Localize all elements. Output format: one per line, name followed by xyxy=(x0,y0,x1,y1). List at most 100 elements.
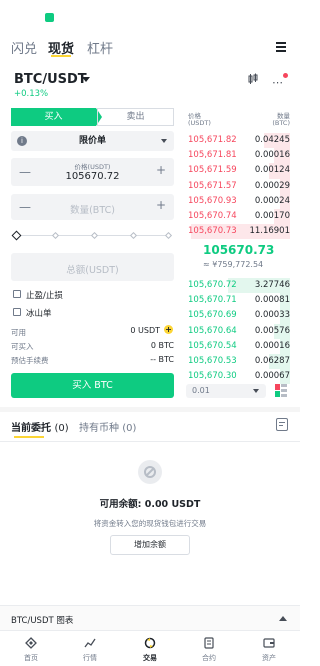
futures-icon xyxy=(203,637,215,649)
order-history-icon[interactable] xyxy=(276,418,288,431)
amount-input[interactable]: — 数量(BTC) + xyxy=(11,194,174,220)
slider-step-100[interactable] xyxy=(164,231,173,240)
tab-holdings[interactable]: 持有币种 (0) xyxy=(79,419,136,434)
ask-row[interactable]: 105,671.82 0.04245 xyxy=(186,133,290,149)
slider-handle[interactable] xyxy=(11,230,22,241)
tab-convert[interactable]: 闪兑 xyxy=(11,38,37,57)
precision-select[interactable]: 0.01 xyxy=(186,384,266,398)
last-price[interactable]: 105670.73 xyxy=(203,243,274,257)
ask-price: 105,670.74 xyxy=(188,211,237,221)
bid-price: 105,670.53 xyxy=(188,356,237,366)
info-icon[interactable]: i xyxy=(17,136,27,146)
bid-qty: 0.00067 xyxy=(254,371,290,382)
sell-tab[interactable]: 卖出 xyxy=(97,108,174,126)
ask-qty: 0.00124 xyxy=(254,165,290,176)
section-divider xyxy=(0,407,300,412)
available-balance: 可用余额: 0.00 USDT xyxy=(99,499,201,510)
total-placeholder: 总额(USDT) xyxy=(66,265,119,276)
ask-qty: 0.00016 xyxy=(254,150,290,161)
ask-price: 105,671.59 xyxy=(188,165,237,176)
ask-qty: 0.00029 xyxy=(254,180,290,191)
nav-futures[interactable]: 合约 xyxy=(194,637,224,663)
price-plus-button[interactable]: + xyxy=(156,163,166,177)
price-change: +0.13% xyxy=(14,89,49,99)
app-logo-icon xyxy=(45,13,54,22)
total-input[interactable]: 总额(USDT) xyxy=(11,253,174,281)
nav-assets[interactable]: 资产 xyxy=(254,637,284,663)
tab-margin[interactable]: 杠杆 xyxy=(87,38,113,57)
ask-row[interactable]: 105,671.81 0.00016 xyxy=(186,148,290,164)
bid-price: 105,670.64 xyxy=(188,325,237,336)
bid-qty: 0.00033 xyxy=(254,310,290,321)
available-label: 可用 xyxy=(11,328,26,337)
bid-row[interactable]: 105,670.64 0.00576 xyxy=(186,323,290,339)
bid-row[interactable]: 105,670.54 0.00016 xyxy=(186,338,290,354)
ask-row[interactable]: 105,670.93 0.00024 xyxy=(186,193,290,209)
bid-qty: 0.00016 xyxy=(254,340,290,351)
tabs-divider xyxy=(0,441,300,442)
order-type-select[interactable]: i 限价单 xyxy=(11,131,174,151)
bid-row[interactable]: 105,670.71 0.00081 xyxy=(186,293,290,309)
bid-price: 105,670.72 xyxy=(188,280,237,290)
depth-view-icon[interactable] xyxy=(275,384,287,397)
ask-price: 105,670.93 xyxy=(188,195,237,206)
chevron-down-icon xyxy=(253,389,259,393)
nav-trade[interactable]: 交易 xyxy=(135,637,165,663)
fee-value: -- BTC xyxy=(150,355,174,364)
ask-row[interactable]: 105,671.59 0.00124 xyxy=(186,163,290,179)
last-price-fiat: ≈ ¥759,772.54 xyxy=(203,260,264,269)
ask-row[interactable]: 105,671.57 0.00029 xyxy=(186,178,290,194)
ask-qty: 0.00024 xyxy=(254,195,290,206)
menu-icon[interactable] xyxy=(276,42,286,54)
ask-price: 105,670.73 xyxy=(188,226,237,237)
wallet-icon xyxy=(263,637,275,649)
tab-spot-underline xyxy=(51,55,71,57)
pair-dropdown-icon[interactable] xyxy=(82,77,90,82)
add-funds-button[interactable]: 增加余额 xyxy=(110,535,190,555)
bid-row[interactable]: 105,670.53 0.06287 xyxy=(186,354,290,370)
price-input[interactable]: — 价格(USDT) 105670.72 + xyxy=(11,158,174,186)
add-funds-icon[interactable]: + xyxy=(164,325,173,334)
bid-price: 105,670.54 xyxy=(188,340,237,351)
home-icon xyxy=(25,637,37,649)
nav-markets[interactable]: 行情 xyxy=(75,637,105,663)
fee-label: 预估手续费 xyxy=(11,356,49,365)
price-label: 价格(USDT) xyxy=(74,163,111,171)
ask-price: 105,671.81 xyxy=(188,150,237,161)
bid-price: 105,670.69 xyxy=(188,310,237,321)
nav-home[interactable]: 首页 xyxy=(16,637,46,663)
bid-row[interactable]: 105,670.30 0.00067 xyxy=(186,369,290,385)
bid-row[interactable]: 105,670.69 0.00033 xyxy=(186,308,290,324)
ask-row[interactable]: 105,670.73 11.16901 xyxy=(186,224,290,240)
slider-step-25[interactable] xyxy=(51,231,60,240)
buy-btc-button[interactable]: 买入 BTC xyxy=(11,373,174,398)
bid-qty: 0.00081 xyxy=(254,295,290,306)
tab-open-orders[interactable]: 当前委托 (0) xyxy=(11,419,69,434)
amount-plus-button[interactable]: + xyxy=(156,198,166,212)
more-icon[interactable]: ⋯ xyxy=(272,76,284,89)
ask-price: 105,671.82 xyxy=(188,135,237,145)
tp-sl-label[interactable]: 止盈/止损 xyxy=(26,289,63,301)
iceberg-checkbox[interactable] xyxy=(13,308,21,316)
chevron-up-icon[interactable] xyxy=(279,616,287,621)
bid-price: 105,670.30 xyxy=(188,371,237,382)
order-type-label: 限价单 xyxy=(78,136,106,146)
slider-step-50[interactable] xyxy=(90,231,99,240)
bid-row[interactable]: 105,670.72 3.27746 xyxy=(186,278,290,294)
bid-qty: 0.06287 xyxy=(254,356,290,366)
can-buy-label: 可买入 xyxy=(11,342,34,351)
empty-state-icon xyxy=(138,460,162,484)
bid-qty: 3.27746 xyxy=(254,280,290,290)
slider-step-75[interactable] xyxy=(129,231,138,240)
pair-name[interactable]: BTC/USDT xyxy=(14,72,87,87)
trade-icon xyxy=(144,637,156,649)
iceberg-label[interactable]: 冰山单 xyxy=(26,307,52,319)
bid-price: 105,670.71 xyxy=(188,295,237,306)
chart-bar[interactable]: BTC/USDT 图表 xyxy=(0,605,300,631)
bid-qty: 0.00576 xyxy=(254,325,290,336)
tp-sl-checkbox[interactable] xyxy=(13,290,21,298)
buy-tab[interactable]: 买入 xyxy=(11,108,96,126)
ask-row[interactable]: 105,670.74 0.00170 xyxy=(186,209,290,225)
available-value: 0 USDT xyxy=(130,326,160,335)
candlestick-icon[interactable] xyxy=(247,73,259,85)
